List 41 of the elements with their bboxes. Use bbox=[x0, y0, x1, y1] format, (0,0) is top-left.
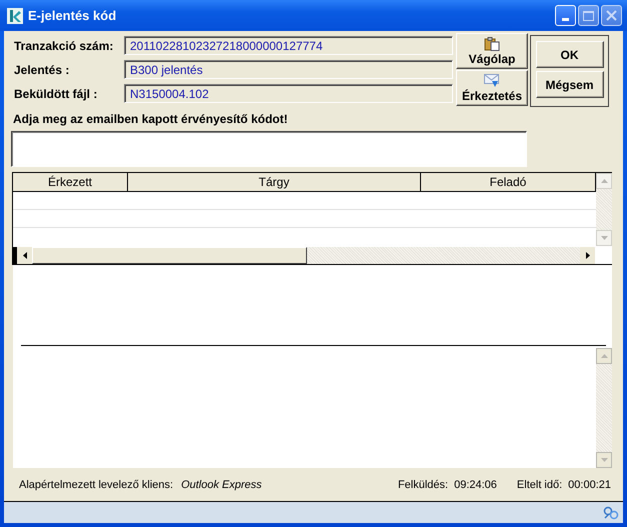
register-button[interactable]: Érkeztetés bbox=[456, 70, 528, 106]
window-title: E-jelentés kód bbox=[28, 8, 116, 23]
status-label: Eltelt idő: bbox=[516, 478, 562, 491]
field-label: Beküldött fájl : bbox=[13, 86, 98, 100]
vertical-scrollbar[interactable] bbox=[596, 173, 612, 246]
up-arrow-icon bbox=[600, 179, 608, 184]
column-header[interactable]: Feladó bbox=[421, 173, 596, 192]
up-arrow-icon bbox=[600, 354, 608, 358]
status-value: 09:24:06 bbox=[454, 478, 497, 491]
maximize-icon bbox=[583, 10, 594, 20]
code-input-field[interactable] bbox=[11, 130, 527, 168]
read-only-field[interactable]: N3150004.102 bbox=[124, 84, 453, 103]
read-only-field[interactable]: B300 jelentés bbox=[124, 60, 453, 79]
status-value: Outlook Express bbox=[181, 478, 262, 491]
maximize-button[interactable] bbox=[578, 5, 599, 26]
app-icon bbox=[7, 8, 23, 24]
minimize-icon bbox=[562, 18, 570, 21]
column-header[interactable]: Tárgy bbox=[128, 173, 421, 192]
minimize-button[interactable] bbox=[555, 5, 576, 26]
down-arrow-icon bbox=[600, 458, 608, 462]
vertical-scrollbar[interactable] bbox=[596, 348, 612, 468]
column-header[interactable]: Érkezett bbox=[13, 173, 128, 192]
ok-button[interactable]: OK bbox=[536, 41, 604, 68]
network-icon bbox=[603, 506, 619, 520]
status-label: Felküldés: bbox=[398, 478, 448, 491]
cancel-button[interactable]: Mégsem bbox=[536, 71, 604, 98]
envelope-arrow-icon bbox=[484, 74, 500, 88]
clipboard-button[interactable]: Vágólap bbox=[456, 33, 528, 69]
down-arrow-icon bbox=[600, 236, 608, 240]
right-arrow-icon bbox=[586, 252, 590, 260]
field-label: Tranzakció szám: bbox=[13, 38, 114, 52]
clipboard-icon bbox=[484, 36, 500, 50]
status-value: 00:00:21 bbox=[568, 478, 611, 491]
status-label: Alapértelmezett levelező kliens: bbox=[19, 478, 174, 491]
left-arrow-icon bbox=[22, 252, 26, 260]
prompt-label: Adja meg az emailben kapott érvényesítő kódot! bbox=[12, 112, 289, 127]
read-only-field[interactable]: 20110228102327218000000127774 bbox=[124, 36, 453, 55]
horizontal-scrollbar[interactable] bbox=[13, 246, 612, 264]
field-label: Jelentés : bbox=[13, 62, 70, 76]
close-icon bbox=[606, 10, 617, 21]
close-button[interactable] bbox=[601, 5, 622, 26]
